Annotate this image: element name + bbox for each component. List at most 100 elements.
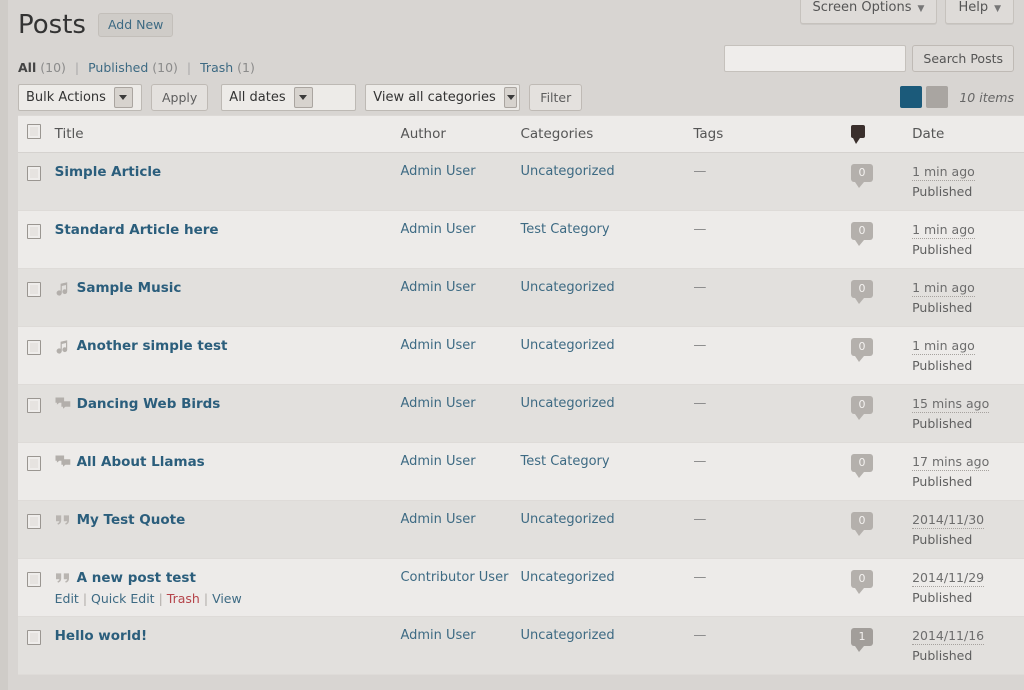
comment-count-bubble[interactable]: 0 bbox=[851, 222, 874, 246]
column-header-date[interactable]: Date bbox=[912, 115, 1024, 153]
tags-empty-dash: — bbox=[693, 338, 707, 353]
post-title-link[interactable]: Another simple test bbox=[77, 338, 228, 355]
comment-count-bubble[interactable]: 0 bbox=[851, 570, 874, 594]
row-select-checkbox[interactable] bbox=[27, 282, 41, 297]
post-categories-cell: Uncategorized bbox=[520, 384, 694, 443]
list-view-icon[interactable] bbox=[900, 86, 923, 108]
post-title-link[interactable]: Hello world! bbox=[55, 628, 148, 645]
table-row[interactable]: Dancing Web Birds Admin User Uncategorized… bbox=[18, 384, 1024, 443]
row-select-checkbox[interactable] bbox=[27, 514, 41, 529]
row-action-view[interactable]: View bbox=[212, 591, 242, 606]
row-select-checkbox[interactable] bbox=[27, 630, 41, 645]
category-link[interactable]: Uncategorized bbox=[520, 164, 614, 179]
column-header-title[interactable]: Title bbox=[54, 115, 401, 153]
author-link[interactable]: Admin User bbox=[400, 396, 475, 411]
row-checkbox-cell[interactable] bbox=[18, 268, 55, 327]
row-select-checkbox[interactable] bbox=[27, 224, 41, 239]
row-checkbox-cell[interactable] bbox=[18, 152, 55, 211]
excerpt-view-icon[interactable] bbox=[926, 86, 949, 108]
author-link[interactable]: Admin User bbox=[400, 280, 475, 295]
posts-table-body: Simple Article Admin User Uncategorized — 0 1… bbox=[18, 152, 1024, 675]
row-select-checkbox[interactable] bbox=[27, 166, 41, 181]
post-title-link[interactable]: Standard Article here bbox=[55, 222, 219, 239]
author-link[interactable]: Admin User bbox=[400, 164, 475, 179]
category-link[interactable]: Test Category bbox=[520, 222, 609, 237]
category-link[interactable]: Uncategorized bbox=[520, 396, 614, 411]
category-link[interactable]: Uncategorized bbox=[520, 512, 614, 527]
post-date-cell: 2014/11/29 Published bbox=[912, 558, 1024, 617]
comment-count-bubble[interactable]: 0 bbox=[851, 454, 874, 478]
column-header-comments[interactable] bbox=[851, 115, 913, 153]
row-checkbox-cell[interactable] bbox=[18, 442, 55, 501]
post-title-link[interactable]: A new post test bbox=[77, 570, 196, 587]
filter-button[interactable]: Filter bbox=[529, 84, 583, 111]
add-new-post-button[interactable]: Add New bbox=[97, 13, 174, 37]
post-title-link[interactable]: Simple Article bbox=[55, 164, 162, 181]
post-title-link[interactable]: Sample Music bbox=[77, 280, 182, 297]
category-link[interactable]: Uncategorized bbox=[520, 628, 614, 643]
author-link[interactable]: Admin User bbox=[400, 454, 475, 469]
row-select-checkbox[interactable] bbox=[27, 572, 41, 587]
category-link[interactable]: Uncategorized bbox=[520, 280, 614, 295]
author-link[interactable]: Admin User bbox=[400, 628, 475, 643]
author-link[interactable]: Contributor User bbox=[400, 570, 508, 585]
comment-count-bubble[interactable]: 0 bbox=[851, 396, 874, 420]
row-checkbox-cell[interactable] bbox=[18, 558, 55, 617]
table-row[interactable]: Standard Article here Admin User Test Cate… bbox=[18, 210, 1024, 269]
search-posts-button[interactable]: Search Posts bbox=[912, 45, 1014, 72]
table-row[interactable]: Sample Music Admin User Uncategorized — 0 1 m… bbox=[18, 268, 1024, 327]
table-row[interactable]: Hello world! Admin User Uncategorized — 1 201… bbox=[18, 616, 1024, 675]
post-title-cell: Another simple test bbox=[54, 326, 401, 385]
table-row[interactable]: Another simple test Admin User Uncategoriz… bbox=[18, 326, 1024, 385]
row-select-checkbox[interactable] bbox=[27, 398, 41, 413]
table-row[interactable]: Simple Article Admin User Uncategorized — 0 1… bbox=[18, 152, 1024, 211]
table-row[interactable]: A new post test Edit | Quick Edit | Trash | Vie… bbox=[18, 558, 1024, 617]
row-checkbox-cell[interactable] bbox=[18, 326, 55, 385]
category-link[interactable]: Test Category bbox=[520, 454, 609, 469]
row-checkbox-cell[interactable] bbox=[18, 616, 55, 675]
row-select-checkbox[interactable] bbox=[27, 340, 41, 355]
author-link[interactable]: Admin User bbox=[400, 222, 475, 237]
category-link[interactable]: Uncategorized bbox=[520, 338, 614, 353]
post-title-link[interactable]: My Test Quote bbox=[77, 512, 186, 529]
row-action-trash[interactable]: Trash bbox=[167, 591, 200, 606]
screen-options-button[interactable]: Screen Options ▼ bbox=[799, 0, 938, 24]
comment-count-bubble[interactable]: 0 bbox=[851, 512, 874, 536]
post-title-link[interactable]: Dancing Web Birds bbox=[77, 396, 221, 413]
post-comments-cell: 0 bbox=[851, 210, 913, 269]
post-status-value: Published bbox=[912, 358, 973, 373]
status-link-trash[interactable]: Trash bbox=[200, 60, 233, 75]
comment-count-bubble[interactable]: 0 bbox=[851, 164, 874, 188]
search-input[interactable] bbox=[724, 45, 907, 72]
row-checkbox-cell[interactable] bbox=[18, 210, 55, 269]
author-link[interactable]: Admin User bbox=[400, 338, 475, 353]
bulk-actions-select[interactable]: Bulk Actions bbox=[18, 84, 142, 111]
row-checkbox-cell[interactable] bbox=[18, 384, 55, 443]
row-action-quick-edit[interactable]: Quick Edit bbox=[91, 591, 155, 606]
date-filter-selected-label: All dates bbox=[229, 90, 286, 105]
category-link[interactable]: Uncategorized bbox=[520, 570, 614, 585]
row-action-edit[interactable]: Edit bbox=[55, 591, 79, 606]
post-tags-cell: — bbox=[693, 268, 852, 327]
author-link[interactable]: Admin User bbox=[400, 512, 475, 527]
help-button[interactable]: Help ▼ bbox=[945, 0, 1014, 24]
post-title-link[interactable]: All About Llamas bbox=[77, 454, 205, 471]
post-author-cell: Admin User bbox=[400, 500, 521, 559]
post-categories-cell: Test Category bbox=[520, 210, 694, 269]
select-all-checkbox[interactable] bbox=[27, 124, 41, 139]
status-link-published[interactable]: Published bbox=[88, 60, 148, 75]
apply-bulk-action-button[interactable]: Apply bbox=[151, 84, 209, 111]
comment-count-bubble[interactable]: 0 bbox=[851, 280, 874, 304]
category-filter-select[interactable]: View all categories bbox=[365, 84, 521, 111]
table-row[interactable]: My Test Quote Admin User Uncategorized — 0 20… bbox=[18, 500, 1024, 559]
status-link-all[interactable]: All bbox=[18, 60, 36, 75]
date-filter-select[interactable]: All dates bbox=[221, 84, 357, 111]
column-header-checkbox[interactable] bbox=[18, 115, 55, 153]
comment-count-bubble[interactable]: 0 bbox=[851, 338, 874, 362]
comment-count-bubble[interactable]: 1 bbox=[851, 628, 874, 652]
audio-icon bbox=[55, 339, 70, 354]
row-checkbox-cell[interactable] bbox=[18, 500, 55, 559]
row-select-checkbox[interactable] bbox=[27, 456, 41, 471]
table-row[interactable]: All About Llamas Admin User Test Category —… bbox=[18, 442, 1024, 501]
post-search-box: Search Posts bbox=[724, 45, 1014, 72]
